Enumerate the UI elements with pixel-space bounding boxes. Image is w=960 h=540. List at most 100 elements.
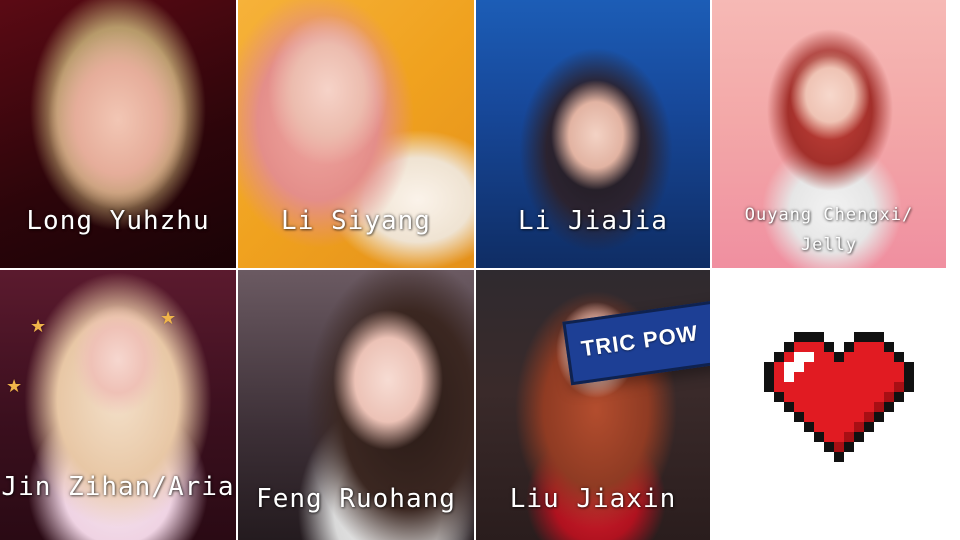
heart-pixel <box>844 362 854 372</box>
heart-pixel <box>904 362 914 372</box>
heart-pixel <box>844 412 854 422</box>
heart-pixel <box>844 372 854 382</box>
heart-pixel <box>874 412 884 422</box>
heart-tile <box>712 270 960 540</box>
star-decoration-icon: ★ <box>6 376 23 397</box>
photo-tile-li-siyang: Li Siyang <box>238 0 474 268</box>
photo-tile-feng-ruohang: Feng Ruohang <box>238 270 474 540</box>
star-decoration-icon: ★ <box>30 316 47 337</box>
heart-pixel <box>864 372 874 382</box>
heart-pixel <box>884 402 894 412</box>
heart-pixel <box>764 362 774 372</box>
heart-pixel <box>834 412 844 422</box>
heart-pixel <box>854 392 864 402</box>
heart-pixel <box>804 372 814 382</box>
heart-pixel <box>894 392 904 402</box>
heart-pixel <box>804 362 814 372</box>
heart-pixel <box>804 352 814 362</box>
heart-pixel <box>774 392 784 402</box>
heart-pixel <box>784 402 794 412</box>
heart-pixel <box>874 402 884 412</box>
pixel-heart-svg <box>764 332 914 462</box>
heart-pixel <box>834 372 844 382</box>
photo-tile-long-yuhzhu: Long Yuhzhu <box>0 0 236 268</box>
heart-pixel <box>864 332 874 342</box>
heart-pixel <box>824 402 834 412</box>
heart-pixel <box>834 362 844 372</box>
heart-pixel <box>824 422 834 432</box>
heart-pixel <box>894 362 904 372</box>
heart-pixel <box>854 432 864 442</box>
heart-pixel <box>814 332 824 342</box>
heart-pixel <box>804 392 814 402</box>
heart-pixel <box>824 372 834 382</box>
photo-tile-jin-zihan: ★ ★ ★ Jin Zihan/Aria <box>0 270 236 540</box>
heart-pixel <box>794 392 804 402</box>
heart-pixel <box>854 422 864 432</box>
heart-pixel <box>794 382 804 392</box>
name-caption: Jin Zihan/Aria <box>1 472 235 502</box>
heart-pixel <box>854 412 864 422</box>
name-caption: Li JiaJia <box>518 206 668 236</box>
heart-pixel <box>764 382 774 392</box>
heart-pixel <box>864 412 874 422</box>
heart-pixel <box>824 412 834 422</box>
heart-pixel <box>864 382 874 392</box>
heart-pixel <box>854 362 864 372</box>
heart-pixel <box>774 352 784 362</box>
name-caption: Long Yuhzhu <box>26 206 210 236</box>
heart-pixel <box>854 332 864 342</box>
heart-pixel <box>844 402 854 412</box>
heart-pixel <box>824 352 834 362</box>
heart-pixel <box>834 452 844 462</box>
heart-pixel <box>874 372 884 382</box>
heart-pixel <box>864 362 874 372</box>
heart-pixel <box>894 382 904 392</box>
heart-pixel <box>824 442 834 452</box>
star-decoration-icon: ★ <box>160 308 177 329</box>
heart-pixel <box>804 412 814 422</box>
heart-pixel <box>794 362 804 372</box>
heart-pixel <box>814 362 824 372</box>
heart-pixel <box>774 372 784 382</box>
photo-tile-li-jiajia: Li JiaJia <box>476 0 710 268</box>
photo-tile-liu-jiaxin: TRIC POW Liu Jiaxin <box>476 270 710 540</box>
heart-pixel <box>804 422 814 432</box>
heart-pixel <box>824 432 834 442</box>
heart-pixel <box>814 432 824 442</box>
heart-pixel <box>844 352 854 362</box>
heart-pixel <box>864 422 874 432</box>
heart-pixel <box>834 422 844 432</box>
heart-pixel <box>874 392 884 402</box>
heart-pixel <box>844 382 854 392</box>
heart-pixel <box>794 342 804 352</box>
heart-pixel <box>784 382 794 392</box>
heart-pixel <box>794 402 804 412</box>
background-sign-text: TRIC POW <box>579 320 700 362</box>
heart-pixel <box>824 362 834 372</box>
heart-pixel <box>774 362 784 372</box>
heart-pixel <box>874 352 884 362</box>
heart-pixel <box>874 342 884 352</box>
heart-pixel <box>874 362 884 372</box>
heart-pixel <box>784 342 794 352</box>
heart-pixel <box>814 382 824 392</box>
heart-pixel <box>814 422 824 432</box>
heart-pixel <box>834 382 844 392</box>
heart-pixel <box>784 392 794 402</box>
heart-pixel <box>764 372 774 382</box>
heart-pixel <box>794 352 804 362</box>
heart-pixel <box>814 342 824 352</box>
heart-pixel <box>854 402 864 412</box>
heart-pixel <box>844 422 854 432</box>
heart-pixel <box>834 352 844 362</box>
heart-pixel <box>804 402 814 412</box>
heart-pixel <box>884 372 894 382</box>
heart-pixel <box>814 392 824 402</box>
heart-pixel <box>894 372 904 382</box>
name-caption: Ouyang Chengxi/ Jelly <box>744 205 914 255</box>
heart-pixel <box>784 362 794 372</box>
heart-pixel <box>894 352 904 362</box>
heart-pixel <box>864 352 874 362</box>
heart-pixel <box>814 372 824 382</box>
